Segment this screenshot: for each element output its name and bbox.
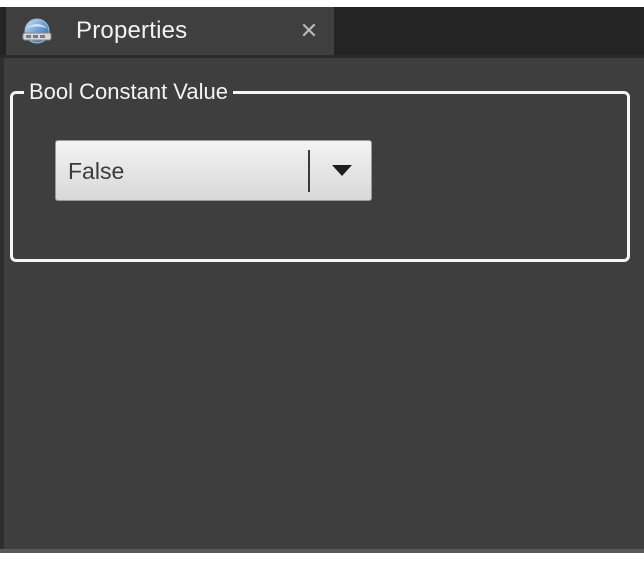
bool-value-dropdown[interactable]: False [55,140,372,201]
group-title: Bool Constant Value [24,79,233,105]
window-bottom-edge [0,553,644,563]
tab-title: Properties [76,17,188,44]
tab-strip: Properties ✕ [0,7,644,55]
dropdown-divider [308,150,310,192]
window-top-edge [0,0,644,7]
close-icon[interactable]: ✕ [294,16,324,46]
properties-icon [20,16,54,46]
tab-properties[interactable]: Properties ✕ [6,7,334,55]
caret-down-icon[interactable] [332,165,352,176]
dropdown-selected-value: False [68,158,125,184]
